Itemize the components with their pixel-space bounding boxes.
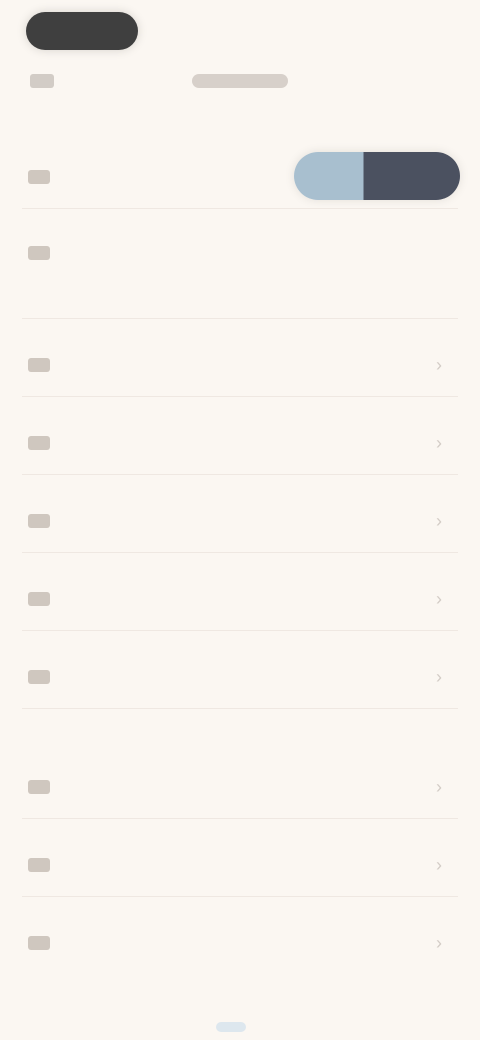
chevron-right-icon: › [436, 355, 442, 375]
menu-divider [22, 896, 458, 897]
settings-screen: › › › › › › › › [0, 0, 480, 1040]
back-icon[interactable] [30, 74, 54, 88]
menu-item-6[interactable]: › [22, 572, 458, 626]
menu-divider [22, 552, 458, 553]
menu-item-10[interactable]: › [22, 916, 458, 970]
chevron-right-icon: › [436, 777, 442, 797]
menu-item-icon [28, 936, 50, 950]
chevron-right-icon: › [436, 589, 442, 609]
menu-item-2[interactable] [22, 226, 458, 280]
menu-divider [22, 630, 458, 631]
menu-divider [22, 318, 458, 319]
menu-item-9[interactable]: › [22, 838, 458, 892]
menu-item-8[interactable]: › [22, 760, 458, 814]
header-row [0, 62, 480, 102]
chevron-right-icon: › [436, 433, 442, 453]
menu-item-icon [28, 514, 50, 528]
menu-item-icon [28, 858, 50, 872]
chevron-right-icon: › [436, 933, 442, 953]
menu-divider [22, 208, 458, 209]
menu-divider [22, 396, 458, 397]
chevron-right-icon: › [436, 511, 442, 531]
app-logo [26, 12, 138, 50]
menu-item-5[interactable]: › [22, 494, 458, 548]
menu-divider [22, 818, 458, 819]
menu-item-icon [28, 592, 50, 606]
menu-item-1[interactable] [22, 150, 458, 204]
menu-item-3[interactable]: › [22, 338, 458, 392]
menu-divider [22, 708, 458, 709]
menu-item-icon [28, 170, 50, 184]
menu-item-icon [28, 358, 50, 372]
menu-item-4[interactable]: › [22, 416, 458, 470]
home-indicator [216, 1022, 246, 1032]
menu-item-icon [28, 670, 50, 684]
menu-item-7[interactable]: › [22, 650, 458, 704]
menu-item-icon [28, 246, 50, 260]
menu-item-icon [28, 780, 50, 794]
chevron-right-icon: › [436, 855, 442, 875]
menu-item-icon [28, 436, 50, 450]
page-title [192, 74, 288, 88]
chevron-right-icon: › [436, 667, 442, 687]
menu-divider [22, 474, 458, 475]
